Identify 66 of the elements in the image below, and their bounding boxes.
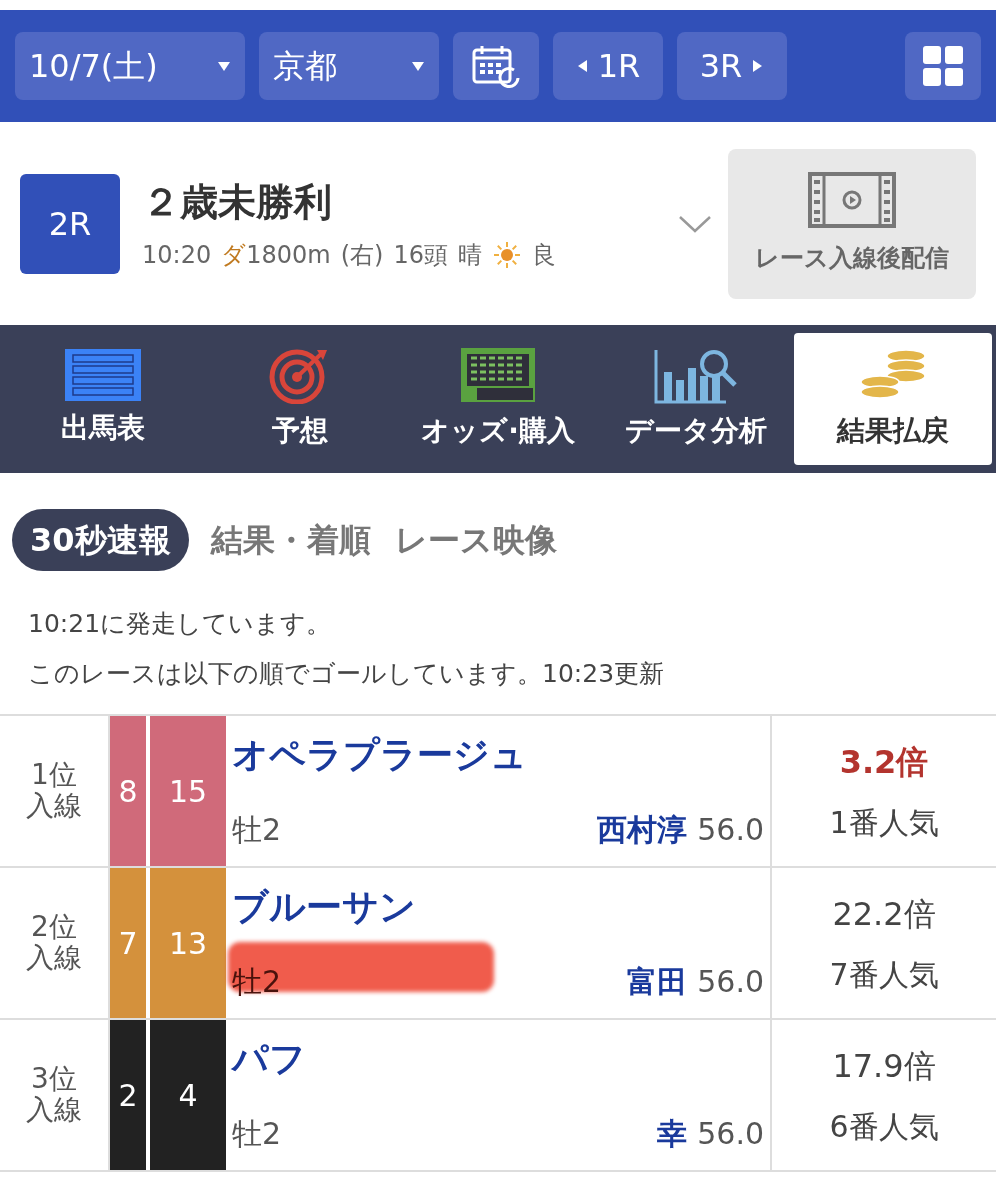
track-condition: 良 [531,240,556,271]
race-distance: 1800m [246,240,331,271]
horse-number: 13 [150,868,226,1018]
caret-icon [217,59,231,73]
runner-count: 16頭 [393,240,448,271]
chevron-down-icon[interactable] [678,213,712,234]
sex-age: 牡2 [232,811,282,849]
frame-number: 8 [108,716,146,866]
finish-status: 入線 [26,1095,82,1126]
list-icon [64,349,141,401]
sex-age: 牡2 [232,963,282,1001]
frame-number: 2 [108,1020,146,1170]
sub-tab[interactable]: 結果・着順 [208,509,373,571]
nav-tab[interactable]: 結果払戻 [794,333,992,465]
sex-age: 牡2 [232,1115,282,1153]
race-title: ２歳未勝利 [142,179,333,226]
jockey-name[interactable]: 富田 [627,959,688,1004]
nav-tab[interactable]: データ分析 [596,333,795,465]
nav-tab[interactable]: 出馬表 [4,333,202,465]
sun-icon [491,240,522,270]
weather-text: 晴 [457,240,482,271]
notice-text: 10:21に発走しています。 [28,608,333,640]
course-direction: (右) [340,240,384,271]
popularity-rank: 1番人気 [829,803,939,842]
odds: 3.2倍 [839,741,929,783]
carried-weight: 56.0 [697,811,764,849]
race-number-badge: 2R [20,173,120,274]
jockey-name[interactable]: 西村淳 [597,807,688,852]
previous-race-button[interactable]: 1R [553,32,663,100]
nav-tab[interactable]: 予想 [201,333,400,465]
finish-status: 入線 [26,791,82,822]
horse-name[interactable]: パフ [232,1032,764,1086]
jockey-name[interactable]: 幸 [657,1111,688,1156]
video-panel[interactable]: レース入線後配信 [728,148,976,299]
finish-status: 入線 [26,943,82,974]
carried-weight: 56.0 [697,1115,764,1153]
finish-position: 2位 [31,912,77,943]
horse-number: 15 [150,716,226,866]
race-time: 10:20 [142,240,212,271]
sub-tab[interactable]: レース映像 [392,509,559,571]
finish-position: 3位 [31,1064,77,1095]
popularity-rank: 7番人気 [829,955,939,994]
film-icon [808,171,896,228]
odds: 17.9倍 [832,1045,936,1087]
track-surface: ダ [221,240,247,271]
frame-number: 7 [108,868,146,1018]
horse-name[interactable]: オペラプラージュ [232,728,764,782]
ticket-icon [459,346,537,404]
horse-name[interactable]: ブルーサン [232,880,764,934]
nav-tab[interactable]: オッズ·購入 [399,333,597,465]
finish-position: 1位 [31,760,77,791]
video-label: レース入線後配信 [755,242,949,274]
calendar-button[interactable] [453,32,539,100]
horse-number: 4 [150,1020,226,1170]
next-race-button[interactable]: 3R [677,32,787,100]
grid-menu-button[interactable] [905,32,981,100]
sub-tab[interactable]: 30秒速報 [12,509,189,571]
popularity-rank: 6番人気 [829,1107,939,1146]
venue-dropdown[interactable]: 京都 [259,32,439,100]
date-dropdown[interactable]: 10/7(土) [15,32,245,100]
caret-icon [411,59,425,73]
grid-icon [923,46,963,86]
calendar-icon [472,44,520,88]
odds: 22.2倍 [832,893,936,935]
notice-text: このレースは以下の順でゴールしています。10:23更新 [28,657,666,690]
carried-weight: 56.0 [697,963,764,1001]
